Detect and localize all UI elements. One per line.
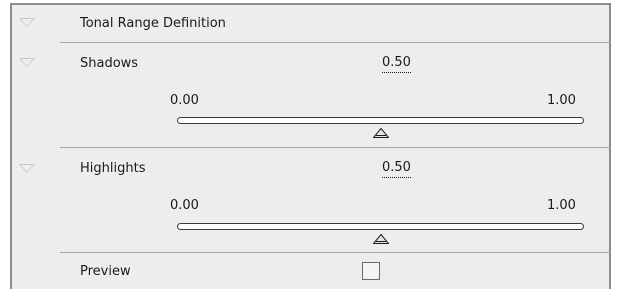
shadows-label: Shadows [80, 56, 139, 71]
shadows-max-label: 1.00 [547, 93, 576, 108]
divider [60, 252, 611, 253]
highlights-value[interactable]: 0.50 [382, 160, 411, 178]
shadows-value[interactable]: 0.50 [382, 55, 411, 73]
shadows-min-label: 0.00 [170, 93, 199, 108]
shadows-slider-track[interactable] [177, 117, 584, 124]
divider [60, 42, 611, 43]
preview-checkbox[interactable] [362, 262, 380, 280]
tonal-range-title: Tonal Range Definition [80, 16, 226, 31]
tonal-range-panel: Tonal Range Definition Shadows 0.50 0.00… [0, 0, 618, 289]
preview-label: Preview [80, 264, 131, 279]
divider [60, 147, 611, 148]
shadows-twirl-icon[interactable] [19, 58, 35, 67]
highlights-twirl-icon[interactable] [19, 164, 35, 173]
tonal-range-twirl-icon[interactable] [19, 18, 35, 27]
highlights-min-label: 0.00 [170, 198, 199, 213]
highlights-max-label: 1.00 [547, 198, 576, 213]
highlights-slider-track[interactable] [177, 223, 584, 230]
highlights-slider-thumb-icon[interactable] [372, 234, 389, 244]
highlights-label: Highlights [80, 161, 146, 176]
shadows-slider-thumb-icon[interactable] [372, 128, 389, 138]
panel-frame [10, 3, 611, 289]
